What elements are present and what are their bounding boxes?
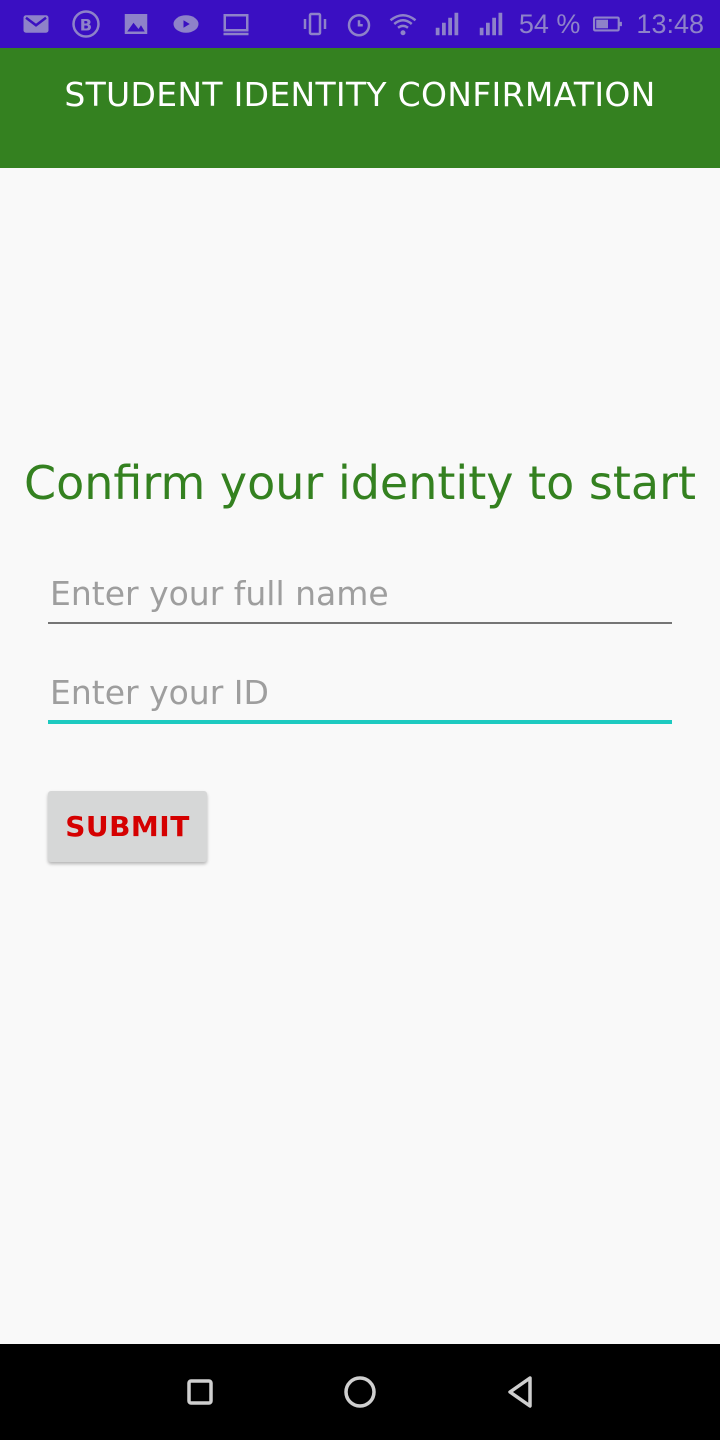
- image-icon: [120, 8, 152, 40]
- app-bar: STUDENT IDENTITY CONFIRMATION: [0, 48, 720, 168]
- svg-text:B: B: [80, 15, 92, 34]
- video-icon: [170, 8, 202, 40]
- navigation-bar: [0, 1344, 720, 1440]
- submit-button[interactable]: SUBMIT: [48, 791, 207, 862]
- alarm-icon: [343, 8, 375, 40]
- id-field[interactable]: [48, 664, 672, 724]
- recents-square-icon: [187, 1379, 213, 1405]
- clock: 13:48: [636, 8, 704, 39]
- home-button[interactable]: [330, 1362, 390, 1422]
- gmail-icon: [20, 8, 52, 40]
- signal-icon: [475, 8, 507, 40]
- bitcoin-icon: B: [70, 8, 102, 40]
- back-triangle-icon: [508, 1376, 532, 1408]
- app-title: STUDENT IDENTITY CONFIRMATION: [64, 75, 656, 114]
- home-circle-icon: [344, 1376, 376, 1408]
- back-button[interactable]: [490, 1362, 550, 1422]
- system-status: 54 % 13:48: [299, 8, 704, 40]
- cast-icon: [220, 8, 252, 40]
- status-bar: B 54 % 13:48: [0, 0, 720, 48]
- id-input[interactable]: [48, 664, 672, 720]
- signal-icon: [431, 8, 463, 40]
- vibrate-icon: [299, 8, 331, 40]
- full-name-input[interactable]: [48, 564, 672, 622]
- page-heading: Confirm your identity to start: [23, 456, 697, 510]
- recents-button[interactable]: [170, 1362, 230, 1422]
- wifi-icon: [387, 8, 419, 40]
- battery-icon: [592, 8, 624, 40]
- full-name-field[interactable]: [48, 564, 672, 624]
- notification-icons: B: [20, 8, 252, 40]
- battery-percentage: 54 %: [518, 8, 581, 39]
